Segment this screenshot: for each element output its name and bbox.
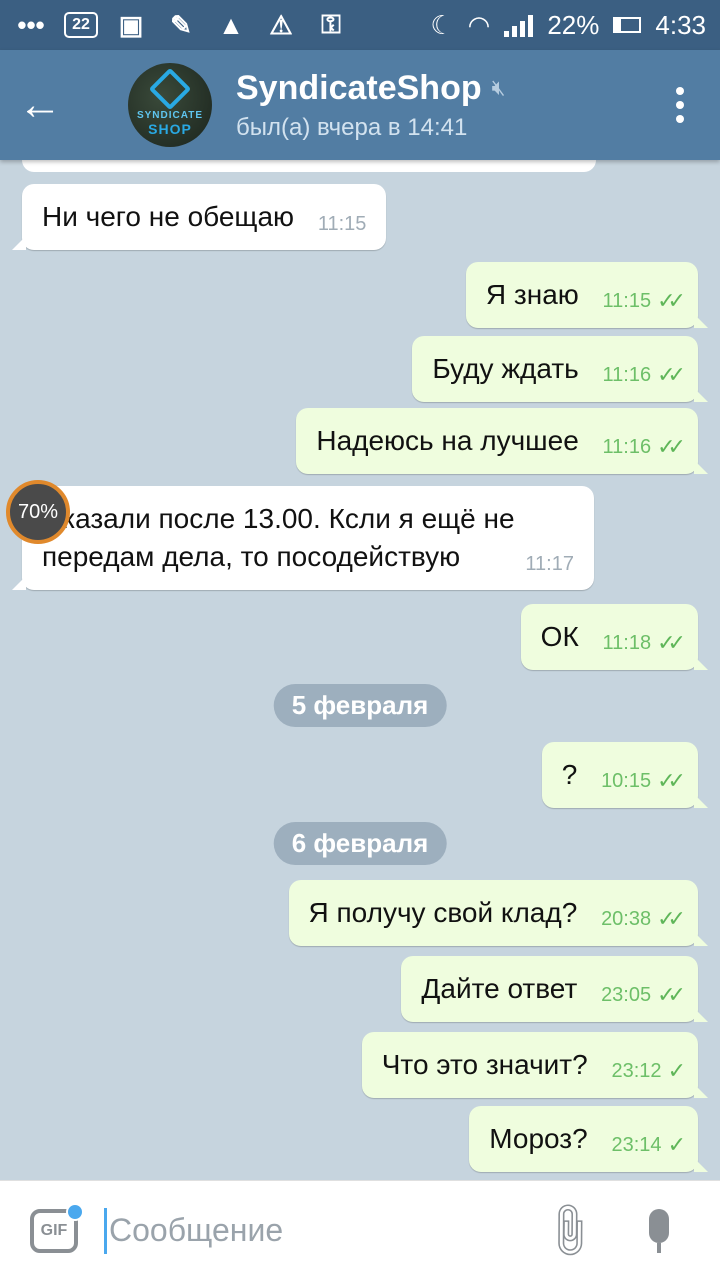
- chat-icon: •••: [17, 9, 45, 40]
- gif-button[interactable]: GIF: [30, 1202, 84, 1253]
- mic-icon: [649, 1208, 669, 1243]
- double-check-icon: ✓✓: [657, 434, 686, 459]
- message-text: Дайте ответ: [421, 973, 578, 1004]
- double-check-icon: ✓✓: [657, 362, 686, 387]
- message-time: 23:14: [611, 1133, 662, 1156]
- notification-dot: [66, 1202, 84, 1221]
- message-text: Я получу свой клад?: [308, 897, 578, 928]
- message-text: Буду ждать: [432, 353, 579, 384]
- attach-icon[interactable]: 📎︎: [531, 1193, 607, 1269]
- message-input[interactable]: [109, 1212, 529, 1249]
- message-time: 11:17: [525, 553, 574, 575]
- message-time: 11:15: [602, 289, 652, 312]
- single-check-icon: ✓: [667, 1058, 687, 1083]
- message-text-line: передам дела, то посодействую: [42, 541, 461, 572]
- message-time: 11:18: [602, 631, 652, 654]
- avatar[interactable]: SYNDICATE SHOP: [128, 63, 212, 147]
- message-time: 11:15: [317, 213, 367, 235]
- image-icon: ▣: [118, 9, 144, 40]
- gif-label: GIF: [40, 1221, 68, 1239]
- notification-icons: ••• 22 ▣ ✎ ▲ ⚠ ⚿: [14, 9, 348, 40]
- message-text: Надеюсь на лучшее: [316, 425, 579, 456]
- message-text: Что это значит?: [381, 1049, 588, 1080]
- single-check-icon: ✓: [667, 1132, 687, 1157]
- message-time: 20:38: [601, 907, 652, 930]
- chat-header: ← SYNDICATE SHOP SyndicateShop 🔇︎ был(а)…: [0, 50, 720, 160]
- message-outgoing[interactable]: Что это значит? 23:12 ✓: [361, 1032, 709, 1098]
- dot-icon: [676, 101, 684, 109]
- text-cursor: [104, 1207, 107, 1254]
- avatar-text-bottom: SHOP: [148, 120, 192, 137]
- message-text: Ни чего не обещаю: [42, 201, 295, 232]
- last-seen-status: был(а) вчера в 14:41: [236, 113, 468, 141]
- message-time: 11:16: [602, 435, 652, 458]
- chat-info[interactable]: SyndicateShop 🔇︎ был(а) вчера в 14:41: [236, 69, 505, 142]
- more-menu-button[interactable]: [640, 50, 720, 160]
- muted-icon: 🔇︎: [491, 75, 506, 100]
- avatar-text-top: SYNDICATE: [136, 109, 204, 121]
- message-composer: GIF 📎︎: [0, 1180, 720, 1280]
- message-outgoing[interactable]: Дайте ответ 23:05 ✓✓: [401, 956, 708, 1022]
- message-outgoing[interactable]: Я получу свой клад? 20:38 ✓✓: [288, 880, 709, 946]
- message-incoming[interactable]: Сказали после 13.00. Кcли я ещё не перед…: [12, 486, 594, 590]
- double-check-icon: ✓✓: [657, 288, 686, 313]
- clock: 4:33: [655, 9, 706, 40]
- partial-message: [22, 160, 596, 172]
- back-button[interactable]: ←: [0, 50, 80, 160]
- message-text: Я знаю: [485, 279, 579, 310]
- brush-icon: ✎: [170, 9, 192, 40]
- date-separator: 5 февраля: [273, 684, 447, 727]
- battery-percent: 22%: [547, 9, 600, 40]
- message-text: ОК: [540, 621, 579, 652]
- key-icon: ⚿: [321, 9, 341, 39]
- notification-count: 22: [72, 16, 90, 33]
- message-time: 11:16: [602, 363, 652, 386]
- message-text: ?: [561, 759, 578, 790]
- double-check-icon: ✓✓: [657, 906, 686, 931]
- arrow-left-icon: ←: [18, 80, 62, 129]
- message-incoming[interactable]: Ни чего не обещаю 11:15: [11, 184, 387, 250]
- dot-icon: [676, 87, 684, 95]
- logo-icon: [148, 67, 192, 110]
- double-check-icon: ✓✓: [657, 768, 686, 793]
- triangle-icon: ⚠: [269, 9, 293, 40]
- sim-icon: 22: [64, 12, 98, 38]
- battery-icon: [613, 17, 642, 33]
- message-list[interactable]: Ни чего не обещаю 11:15 Я знаю 11:15 ✓✓ Б…: [0, 160, 720, 1180]
- moon-icon: ☾: [430, 9, 454, 40]
- system-indicators: ☾ ◠ 22% 4:33: [430, 10, 706, 41]
- message-outgoing[interactable]: ОК 11:18 ✓✓: [520, 604, 709, 670]
- message-text: Мороз?: [489, 1123, 588, 1154]
- download-progress-badge[interactable]: 70%: [6, 480, 70, 544]
- status-bar: ••• 22 ▣ ✎ ▲ ⚠ ⚿ ☾ ◠ 22% 4:33: [0, 0, 720, 50]
- message-text-line: Сказали после 13.00. Кcли я ещё не: [42, 503, 515, 534]
- message-time: 23:12: [611, 1059, 662, 1082]
- message-outgoing[interactable]: Я знаю 11:15 ✓✓: [465, 262, 709, 328]
- mic-button[interactable]: [629, 1208, 689, 1253]
- message-time: 10:15: [601, 769, 652, 792]
- photo-icon: ▲: [218, 9, 244, 40]
- wifi-icon: ◠: [467, 9, 491, 40]
- double-check-icon: ✓✓: [657, 630, 686, 655]
- double-check-icon: ✓✓: [657, 982, 686, 1007]
- message-time: 23:05: [601, 983, 652, 1006]
- signal-icon: [504, 13, 534, 37]
- message-outgoing[interactable]: Буду ждать 11:16 ✓✓: [412, 336, 708, 402]
- message-outgoing[interactable]: Надеюсь на лучшее 11:16 ✓✓: [296, 408, 708, 474]
- dot-icon: [676, 115, 684, 123]
- message-outgoing[interactable]: ? 10:15 ✓✓: [541, 742, 709, 808]
- message-outgoing[interactable]: Мороз? 23:14 ✓: [469, 1106, 708, 1172]
- date-separator: 6 февраля: [273, 822, 447, 865]
- chat-title: SyndicateShop: [236, 68, 482, 107]
